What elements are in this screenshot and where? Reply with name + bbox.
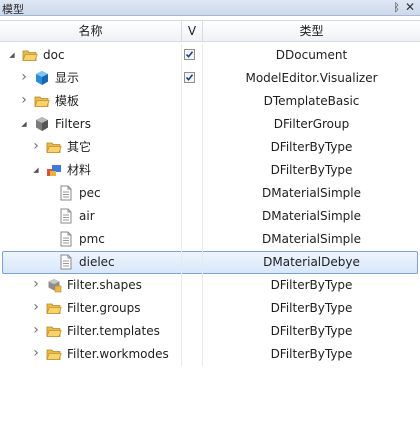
materials-icon xyxy=(46,162,62,178)
folder-open-icon xyxy=(46,346,62,362)
pin-icon[interactable]: ᛒ xyxy=(393,1,400,14)
tree-item-label: 其它 xyxy=(67,140,92,154)
tree-item-type: DFilterGroup xyxy=(273,117,350,131)
tree-item-label: Filters xyxy=(55,117,91,131)
tree-item-type: DMaterialSimple xyxy=(262,209,361,223)
folder-open-icon xyxy=(34,93,50,109)
tree-item-type: DTemplateBasic xyxy=(263,94,360,108)
expand-arrow-icon[interactable]: › xyxy=(30,277,42,291)
document-icon xyxy=(58,185,74,201)
shapes-icon xyxy=(46,277,62,293)
column-gridline xyxy=(181,205,182,228)
column-header: 名称 V 类型 xyxy=(0,20,420,42)
column-header-name[interactable]: 名称 xyxy=(0,21,181,41)
visible-checkbox[interactable] xyxy=(184,72,195,83)
tree-row[interactable]: pec DMaterialSimple xyxy=(0,182,420,205)
column-gridline xyxy=(181,343,182,366)
column-gridline xyxy=(181,274,182,297)
tree-item-label: Filter.shapes xyxy=(67,278,142,292)
tree-item-type: DFilterByType xyxy=(270,347,353,361)
tree-item-label: doc xyxy=(43,48,65,62)
tree-row[interactable]: dielec DMaterialDebye xyxy=(0,251,420,274)
column-gridline xyxy=(181,297,182,320)
tree-row[interactable]: › Filter.templates DFilterByType xyxy=(0,320,420,343)
tree-row[interactable]: › Filter.workmodes DFilterByType xyxy=(0,343,420,366)
tree-row[interactable]: › Filter.shapes DFilterByType xyxy=(0,274,420,297)
tree-item-type: DFilterByType xyxy=(270,163,353,177)
tree-item-type: DFilterByType xyxy=(270,301,353,315)
tree-row[interactable]: ◢ 材料 DFilterByType xyxy=(0,159,420,182)
expand-arrow-icon[interactable]: › xyxy=(18,93,30,107)
document-icon xyxy=(58,208,74,224)
document-icon xyxy=(58,254,74,270)
expand-arrow-icon[interactable]: › xyxy=(30,323,42,337)
column-gridline xyxy=(181,113,182,136)
column-gridline xyxy=(181,159,182,182)
column-gridline xyxy=(181,44,182,67)
column-gridline xyxy=(181,67,182,90)
column-gridline xyxy=(181,251,182,274)
tree-item-label: pec xyxy=(79,186,101,200)
tree-item-label: 材料 xyxy=(67,163,92,177)
close-icon[interactable]: ✕ xyxy=(405,0,415,14)
tree-row[interactable]: ◢ Filters DFilterGroup xyxy=(0,113,420,136)
tree-row[interactable]: › Filter.groups DFilterByType xyxy=(0,297,420,320)
tree-item-label: dielec xyxy=(79,255,115,269)
tree-item-type: DDocument xyxy=(275,48,348,62)
expand-arrow-icon[interactable]: › xyxy=(18,70,30,84)
column-header-type[interactable]: 类型 xyxy=(203,21,420,41)
document-icon xyxy=(58,231,74,247)
column-gridline xyxy=(181,228,182,251)
tree-item-label: pmc xyxy=(79,232,105,246)
tree-item-label: air xyxy=(79,209,95,223)
expand-arrow-icon[interactable]: › xyxy=(30,300,42,314)
tree-item-label: 显示 xyxy=(55,71,80,85)
tree-row[interactable]: › 显示 ModelEditor.Visualizer xyxy=(0,67,420,90)
cube-icon xyxy=(34,70,50,86)
tree-row[interactable]: › 其它 DFilterByType xyxy=(0,136,420,159)
column-gridline xyxy=(181,136,182,159)
tree-item-type: DFilterByType xyxy=(270,324,353,338)
folder-open-icon xyxy=(22,47,38,63)
tree-row[interactable]: air DMaterialSimple xyxy=(0,205,420,228)
panel-title: 模型 xyxy=(2,3,24,16)
tree-item-type: ModelEditor.Visualizer xyxy=(245,71,378,85)
collapse-arrow-icon[interactable]: ◢ xyxy=(6,49,18,61)
gray-cube-icon xyxy=(34,116,50,132)
column-gridline xyxy=(181,182,182,205)
collapse-arrow-icon[interactable]: ◢ xyxy=(30,164,42,176)
tree-item-type: DMaterialSimple xyxy=(262,186,361,200)
tree-item-type: DFilterByType xyxy=(270,140,353,154)
folder-open-icon xyxy=(46,323,62,339)
column-gridline xyxy=(181,90,182,113)
tree-item-label: Filter.templates xyxy=(67,324,160,338)
panel-titlebar: 模型 ᛒ ✕ xyxy=(0,0,420,16)
tree-item-label: Filter.groups xyxy=(67,301,141,315)
folder-open-icon xyxy=(46,300,62,316)
tree-row[interactable]: pmc DMaterialSimple xyxy=(0,228,420,251)
tree-item-label: 模板 xyxy=(55,94,80,108)
tree-row[interactable]: ◢ doc DDocument xyxy=(0,44,420,67)
visible-checkbox[interactable] xyxy=(184,49,195,60)
tree-item-type: DMaterialDebye xyxy=(263,255,360,269)
expand-arrow-icon[interactable]: › xyxy=(30,139,42,153)
tree-item-type: DMaterialSimple xyxy=(262,232,361,246)
expand-arrow-icon[interactable]: › xyxy=(30,346,42,360)
tree-item-type: DFilterByType xyxy=(270,278,353,292)
column-gridline xyxy=(181,320,182,343)
column-header-visible[interactable]: V xyxy=(182,21,202,41)
model-tree: ◢ doc DDocument › 显示 ModelEditor.Visualizer › 模… xyxy=(0,44,420,366)
collapse-arrow-icon[interactable]: ◢ xyxy=(18,118,30,130)
tree-item-label: Filter.workmodes xyxy=(67,347,169,361)
folder-open-icon xyxy=(46,139,62,155)
tree-row[interactable]: › 模板 DTemplateBasic xyxy=(0,90,420,113)
